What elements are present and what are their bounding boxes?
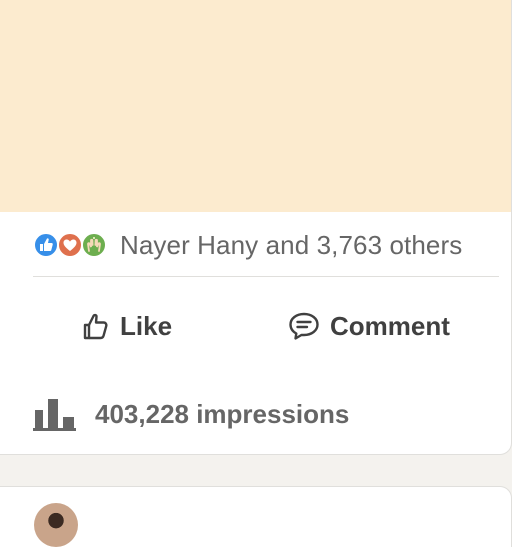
post-actions-bar: Like Comment xyxy=(0,300,511,352)
thumbs-up-icon xyxy=(82,311,110,341)
bar-chart-icon xyxy=(33,397,76,431)
impressions-count: 403,228 impressions xyxy=(95,398,350,429)
love-reaction-icon xyxy=(57,232,83,258)
avatar[interactable] xyxy=(34,503,78,547)
comment-icon xyxy=(288,311,320,341)
impressions-row[interactable]: 403,228 impressions xyxy=(33,392,349,436)
post-media[interactable] xyxy=(0,0,511,212)
next-post-card xyxy=(0,486,512,547)
comment-label: Comment xyxy=(330,310,450,341)
reactions-summary[interactable]: Nayer Hany and 3,763 others xyxy=(33,229,462,261)
like-reaction-icon xyxy=(33,232,59,258)
celebrate-reaction-icon xyxy=(81,232,107,258)
reactions-count-text[interactable]: Nayer Hany and 3,763 others xyxy=(120,230,462,261)
divider xyxy=(33,276,499,277)
feed-post-card: Nayer Hany and 3,763 others Like Comment xyxy=(0,0,512,455)
reaction-icons xyxy=(33,230,111,260)
like-button[interactable]: Like xyxy=(82,300,172,352)
like-label: Like xyxy=(120,310,173,341)
comment-button[interactable]: Comment xyxy=(288,300,450,352)
